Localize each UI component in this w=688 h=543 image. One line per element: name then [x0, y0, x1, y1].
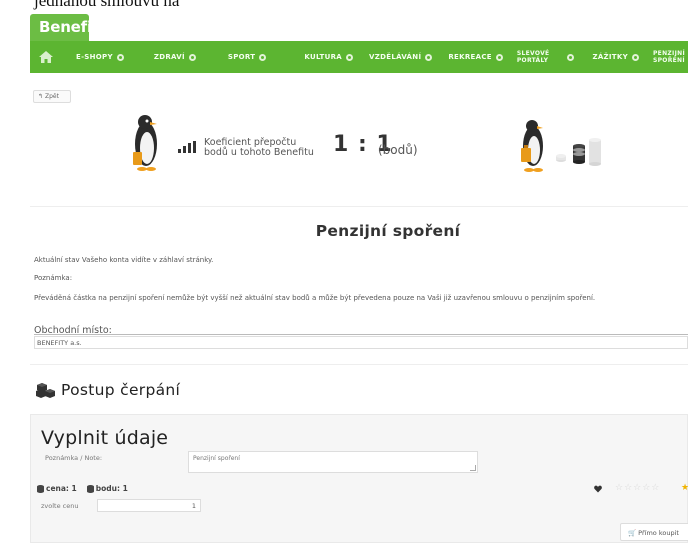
- nav-item-label: SPORT: [227, 53, 256, 61]
- coins-icon: [556, 138, 601, 166]
- form-title: Vyplnit údaje: [41, 427, 169, 449]
- star-icon: ★: [681, 483, 688, 493]
- chevron-down-icon: [188, 53, 196, 61]
- cubes-icon: [36, 383, 55, 398]
- chevron-down-icon: [346, 53, 354, 61]
- divider: [30, 364, 688, 365]
- note-label: Poznámka:: [34, 274, 73, 282]
- nav-item-label: VZDĚLÁVÁNÍ: [369, 53, 422, 61]
- penguin-icon: [133, 115, 157, 171]
- chevron-down-icon: [495, 53, 503, 61]
- top-text-fragment: jednanou smlouvu na: [34, 0, 180, 10]
- rating-stars[interactable]: ☆☆☆☆☆: [615, 483, 660, 493]
- nav-item-zazitky[interactable]: ZÁŽITKY: [592, 53, 639, 61]
- nav-item-kultura[interactable]: KULTURA: [304, 53, 354, 61]
- price-label: cena: 1: [46, 484, 77, 493]
- nav-item-label: KULTURA: [304, 53, 343, 61]
- points-label: bodu: 1: [95, 484, 128, 493]
- chevron-down-icon: [631, 53, 639, 61]
- coefficient-panel: Koeficient přepočtu bodů u tohoto Benefi…: [130, 110, 430, 175]
- chevron-down-icon: [259, 53, 267, 61]
- buy-button-label: Přímo koupit: [638, 529, 679, 537]
- choose-price-input[interactable]: 1: [97, 499, 201, 512]
- brand-logo[interactable]: Benefity: [30, 14, 109, 41]
- fill-details-panel: Vyplnit údaje Poznámka / Note: Penzijní …: [30, 414, 688, 543]
- nav-item-label: ZDRAVÍ: [153, 53, 185, 61]
- page-title: Penzijní spoření: [315, 222, 461, 240]
- penguin-with-bag-icon: [521, 120, 543, 172]
- obchodni-misto-select[interactable]: BENEFITY a.s.: [34, 336, 688, 349]
- note-text: Převáděná částka na penzijní spoření nem…: [34, 294, 596, 302]
- cart-icon: 🛒: [628, 529, 637, 537]
- back-arrow-icon: ↰: [38, 93, 44, 100]
- chevron-down-icon: [116, 53, 124, 61]
- chevron-down-icon: [567, 53, 575, 61]
- nav-item-sport[interactable]: SPORT: [227, 53, 267, 61]
- bars-icon: [178, 141, 196, 153]
- nav-item-rekreace[interactable]: REKREACE: [448, 53, 503, 61]
- nav-item-penzijni-sporeni[interactable]: PENZIJNÍ SPOŘENÍ: [653, 50, 685, 64]
- main-navbar: E-SHOPY ZDRAVÍ SPORT KULTURA VZDĚLÁVÁNÍ …: [30, 41, 688, 73]
- back-button[interactable]: ↰ Zpět: [33, 90, 71, 103]
- choose-price-label: zvolte cenu: [41, 502, 79, 510]
- nav-item-label: SLEVOVÉ PORTÁLY: [516, 50, 550, 64]
- nav-item-zdravi[interactable]: ZDRAVÍ: [154, 53, 196, 61]
- heart-icon[interactable]: [594, 485, 602, 493]
- database-icon: [37, 484, 44, 493]
- nav-item-label: PENZIJNÍ SPOŘENÍ: [652, 50, 685, 64]
- postup-heading: Postup čerpání: [36, 381, 180, 399]
- back-button-label: Zpět: [44, 93, 59, 100]
- divider: [30, 206, 688, 207]
- nav-item-vzdelavani[interactable]: VZDĚLÁVÁNÍ: [369, 53, 433, 61]
- database-icon: [86, 484, 94, 493]
- home-icon: [39, 51, 53, 63]
- note-textarea[interactable]: Penzijní spoření: [188, 451, 478, 473]
- home-button[interactable]: [38, 48, 64, 66]
- coefficient-label: Koeficient přepočtu bodů u tohoto Benefi…: [204, 137, 314, 158]
- obchodni-misto-underline: [34, 334, 688, 335]
- nav-item-label: ZÁŽITKY: [592, 53, 628, 61]
- nav-item-label: REKREACE: [448, 53, 492, 61]
- coefficient-unit: (bodů): [378, 143, 418, 157]
- note-field-label: Poznámka / Note:: [45, 454, 103, 462]
- nav-item-e-shopy[interactable]: E-SHOPY: [76, 53, 124, 61]
- account-status-text: Aktuální stav Vašeho konta vidíte v záhl…: [34, 256, 214, 264]
- chevron-down-icon: [425, 53, 433, 61]
- nav-item-label: E-SHOPY: [76, 53, 113, 61]
- postup-title: Postup čerpání: [61, 381, 181, 399]
- nav-item-slevove-portaly[interactable]: SLEVOVÉ PORTÁLY: [517, 50, 575, 64]
- buy-now-button[interactable]: 🛒 Přímo koupit: [620, 523, 688, 541]
- price-row: cena: 1 bodu: 1: [37, 484, 128, 493]
